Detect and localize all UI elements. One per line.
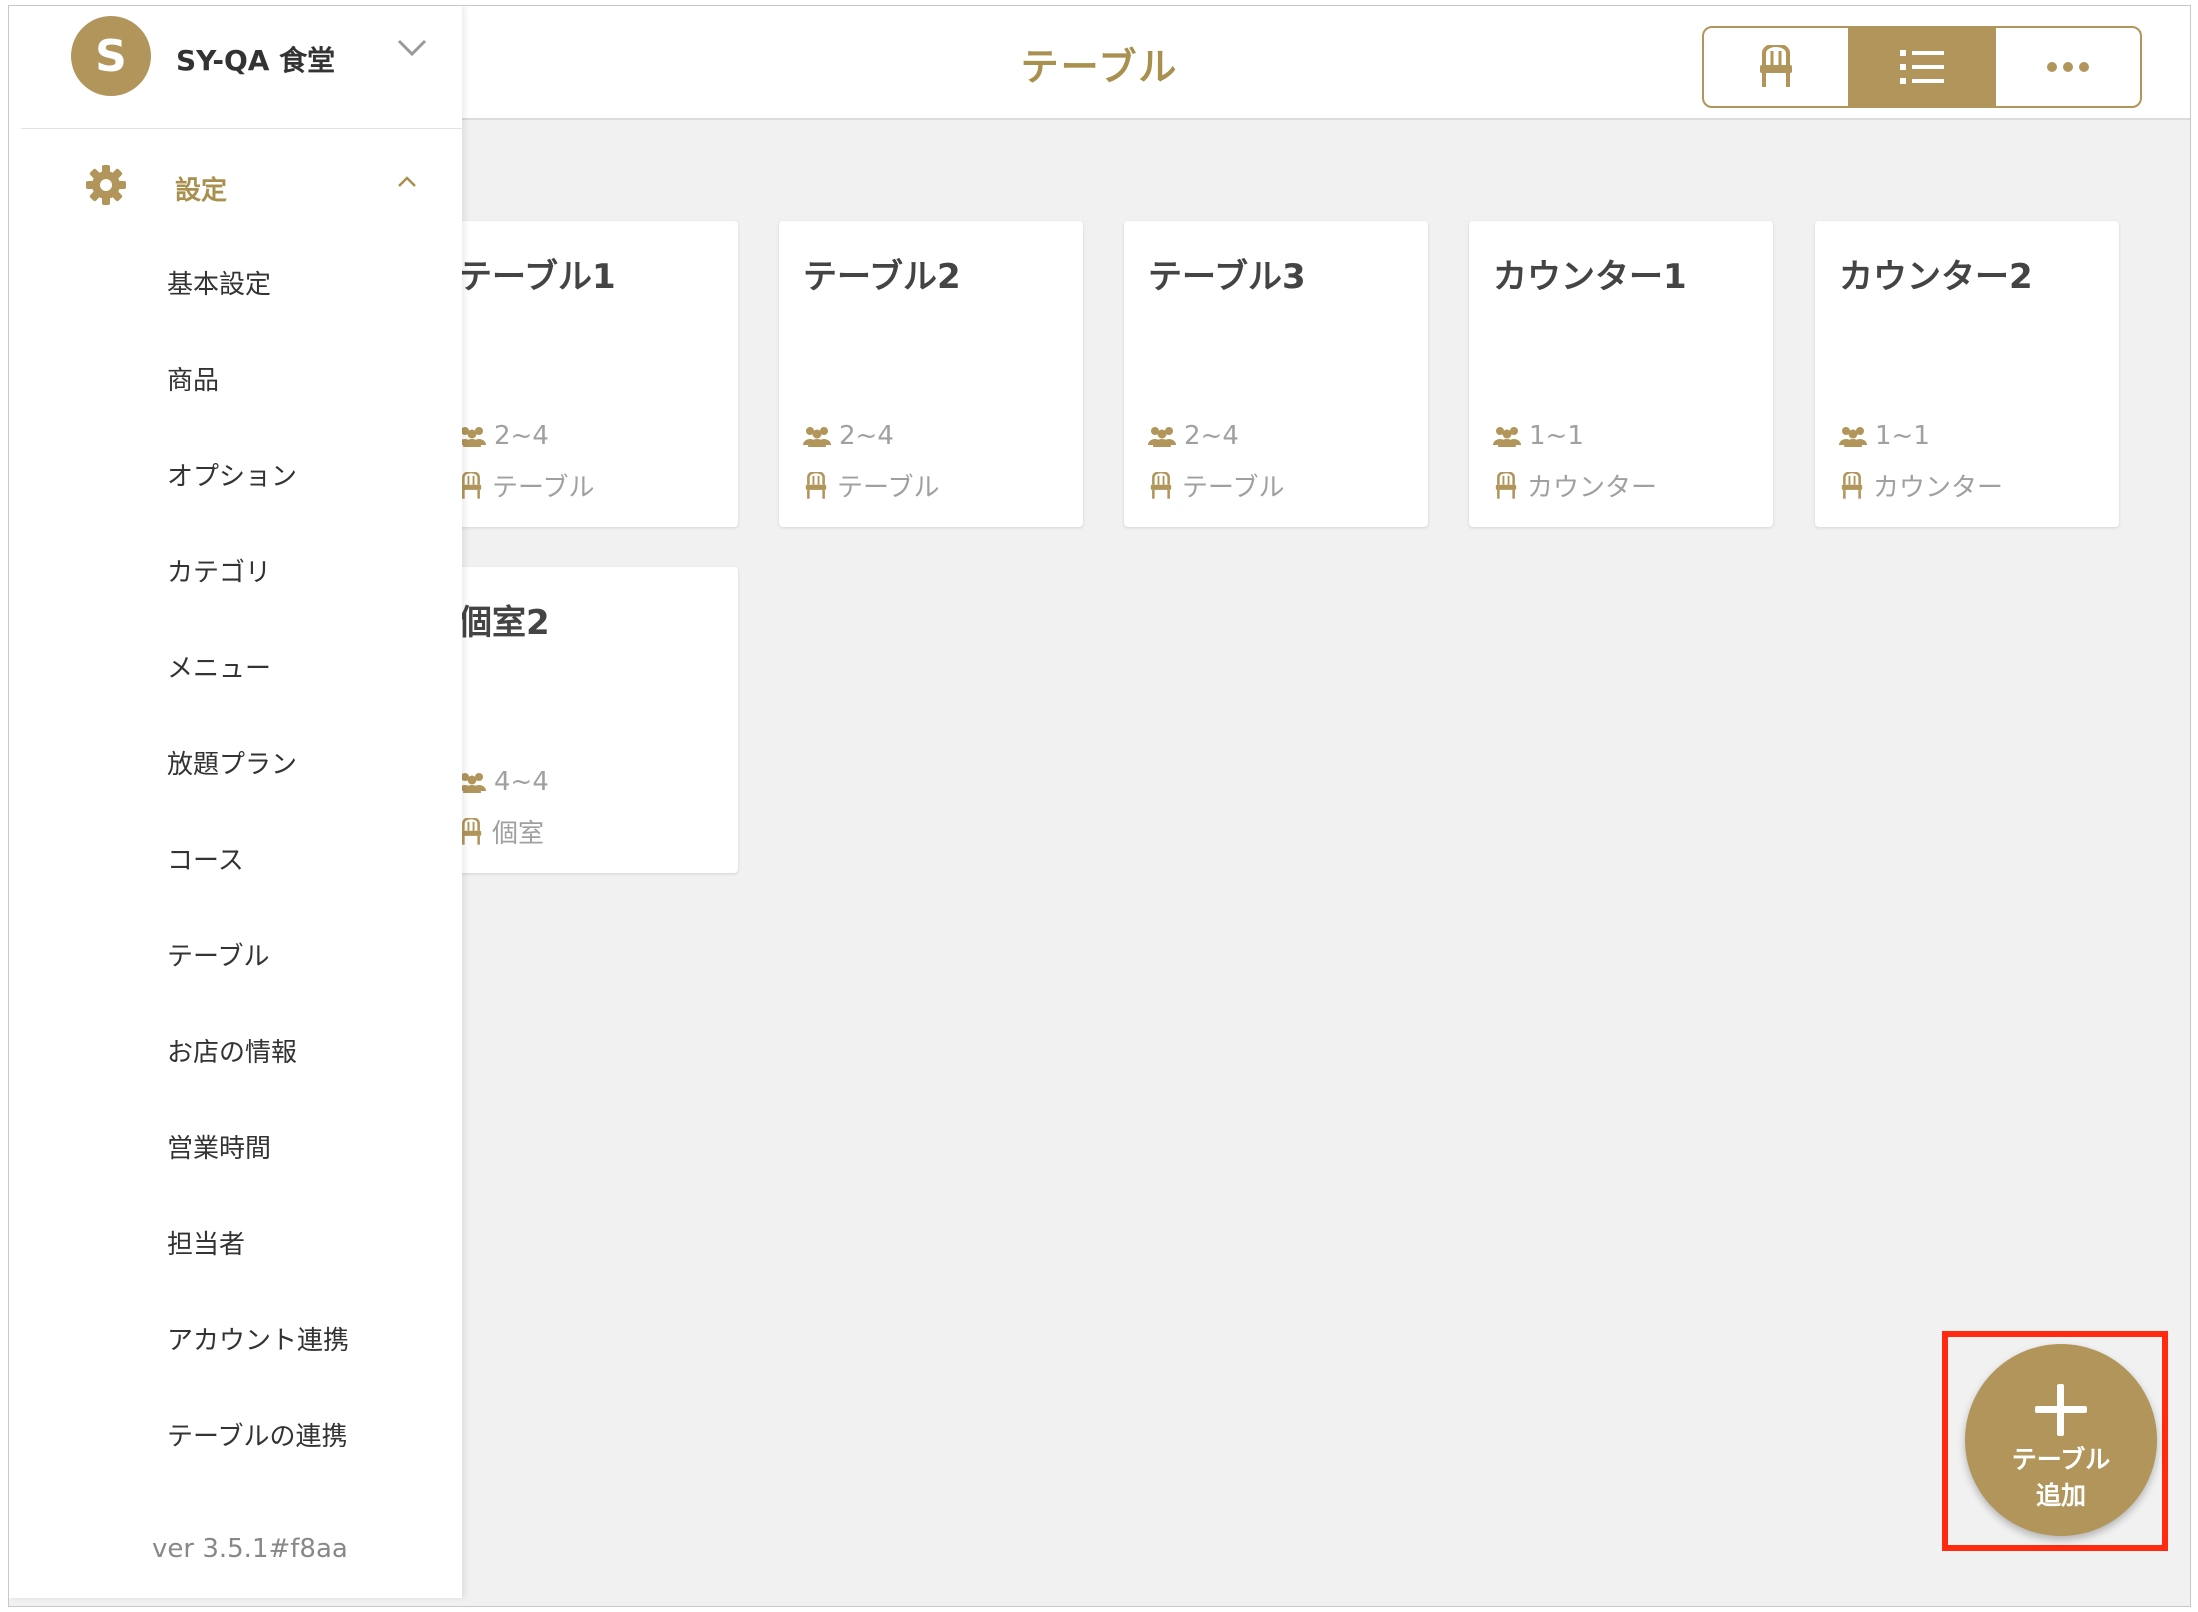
table-capacity: 1~1: [1839, 421, 1930, 451]
app-window: テーブル テーブル1 2~4 テーブル テーブル2 2~4 テーブル テーブル3…: [8, 5, 2191, 1607]
table-type: テーブル: [458, 467, 594, 504]
sidebar-item-account-link[interactable]: アカウント連携: [167, 1320, 349, 1357]
table-capacity: 4~4: [458, 767, 549, 797]
more-icon: [2047, 62, 2089, 72]
table-capacity: 2~4: [803, 421, 894, 451]
table-card[interactable]: テーブル3 2~4 テーブル: [1124, 221, 1428, 527]
sidebar-item-categories[interactable]: カテゴリ: [167, 552, 271, 589]
people-icon: [458, 427, 486, 447]
store-name: SY-QA 食堂: [176, 44, 336, 77]
table-name: 個室2: [458, 603, 550, 643]
more-options-button[interactable]: [1994, 28, 2140, 106]
table-card[interactable]: カウンター2 1~1 カウンター: [1815, 221, 2119, 527]
sidebar-drawer: S SY-QA 食堂 設定 基本設定 商品 オプション カテゴリ メニュー 放題…: [9, 6, 462, 1598]
account-switcher[interactable]: S SY-QA 食堂: [21, 6, 462, 129]
people-icon: [1839, 427, 1867, 447]
sidebar-item-business-hours[interactable]: 営業時間: [167, 1128, 271, 1165]
gear-icon: [86, 165, 126, 205]
table-name: テーブル3: [1148, 257, 1306, 297]
add-table-button[interactable]: テーブル 追加: [1965, 1344, 2157, 1536]
people-icon: [1493, 427, 1521, 447]
chevron-up-icon: [398, 176, 416, 187]
table-card[interactable]: 個室2 4~4 個室: [434, 567, 738, 873]
sidebar-item-tables[interactable]: テーブル: [167, 936, 269, 973]
table-name: カウンター2: [1839, 257, 2033, 297]
chair-icon: [1841, 471, 1863, 499]
view-switcher: [1702, 26, 2142, 108]
table-capacity: 2~4: [1148, 421, 1239, 451]
sidebar-item-staff[interactable]: 担当者: [167, 1224, 245, 1261]
sidebar-item-menu[interactable]: メニュー: [167, 648, 271, 685]
chevron-down-icon: [397, 39, 427, 57]
list-icon: [1900, 50, 1944, 84]
plus-icon: [2035, 1384, 2087, 1436]
people-icon: [458, 773, 486, 793]
sidebar-section-settings[interactable]: 設定: [9, 156, 462, 216]
table-capacity: 1~1: [1493, 421, 1584, 451]
sidebar-item-all-you-can-plans[interactable]: 放題プラン: [167, 744, 297, 781]
table-name: テーブル1: [458, 257, 616, 297]
sidebar-item-basic-settings[interactable]: 基本設定: [167, 264, 271, 301]
chair-icon: [1150, 471, 1172, 499]
avatar: S: [71, 16, 151, 96]
table-name: カウンター1: [1493, 257, 1687, 297]
table-card[interactable]: テーブル1 2~4 テーブル: [434, 221, 738, 527]
table-name: テーブル2: [803, 257, 961, 297]
table-type: テーブル: [1148, 467, 1284, 504]
sidebar-item-products[interactable]: 商品: [167, 360, 219, 397]
table-type: 個室: [458, 813, 544, 850]
table-card[interactable]: カウンター1 1~1 カウンター: [1469, 221, 1773, 527]
people-icon: [1148, 427, 1176, 447]
sidebar-item-options[interactable]: オプション: [167, 456, 297, 493]
list-view-button[interactable]: [1848, 28, 1994, 106]
table-card[interactable]: テーブル2 2~4 テーブル: [779, 221, 1083, 527]
sidebar-section-label: 設定: [175, 176, 228, 206]
sidebar-item-table-link[interactable]: テーブルの連携: [167, 1416, 347, 1453]
chair-icon: [1760, 45, 1792, 87]
chair-icon: [805, 471, 827, 499]
floor-view-button[interactable]: [1704, 28, 1848, 106]
table-capacity: 2~4: [458, 421, 549, 451]
app-version: ver 3.5.1#f8aa: [152, 1534, 348, 1564]
sidebar-item-courses[interactable]: コース: [167, 840, 244, 877]
table-type: カウンター: [1839, 467, 2003, 504]
table-type: カウンター: [1493, 467, 1657, 504]
add-table-label: テーブル 追加: [2011, 1445, 2111, 1510]
sidebar-item-store-info[interactable]: お店の情報: [167, 1032, 297, 1069]
people-icon: [803, 427, 831, 447]
chair-icon: [1495, 471, 1517, 499]
table-type: テーブル: [803, 467, 939, 504]
